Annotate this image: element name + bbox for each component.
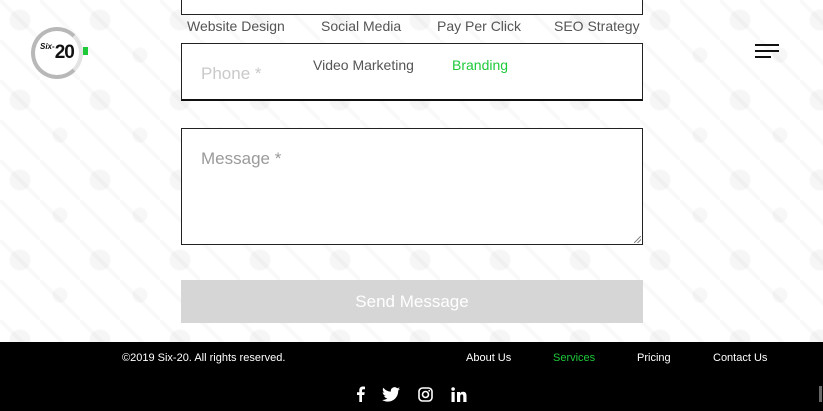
footer-link-contact-us[interactable]: Contact Us <box>713 352 767 364</box>
footer-link-pricing[interactable]: Pricing <box>637 352 671 364</box>
logo[interactable]: Six-20 <box>31 27 83 79</box>
twitter-icon[interactable] <box>381 385 400 403</box>
resize-handle-icon[interactable] <box>634 236 641 243</box>
service-option-website-design[interactable]: Website Design <box>187 18 285 34</box>
logo-number: 20 <box>54 42 75 63</box>
facebook-icon[interactable] <box>354 385 366 403</box>
menu-icon-line <box>755 44 779 46</box>
service-option-social-media[interactable]: Social Media <box>321 18 401 34</box>
logo-prefix: Six <box>40 42 53 51</box>
footer: ©2019 Six-20. All rights reserved. About… <box>0 342 823 411</box>
instagram-icon[interactable] <box>417 385 434 403</box>
copyright-text: ©2019 Six-20. All rights reserved. <box>122 352 286 364</box>
send-message-button[interactable]: Send Message <box>181 280 643 323</box>
message-placeholder: Message * <box>201 149 282 168</box>
menu-icon-line <box>755 56 771 58</box>
service-option-seo-strategy[interactable]: SEO Strategy <box>554 18 640 34</box>
footer-link-services[interactable]: Services <box>553 352 595 364</box>
service-option-video-marketing[interactable]: Video Marketing <box>313 57 414 73</box>
menu-icon-line <box>755 50 779 52</box>
message-field[interactable]: Message * <box>181 128 643 245</box>
service-option-pay-per-click[interactable]: Pay Per Click <box>437 18 521 34</box>
logo-text: Six-20 <box>40 42 75 64</box>
logo-accent-mark <box>83 47 88 55</box>
service-select-field[interactable] <box>181 0 643 15</box>
scrollbar-thumb[interactable] <box>819 386 822 402</box>
linkedin-icon[interactable] <box>450 385 468 403</box>
service-option-branding[interactable]: Branding <box>452 57 508 73</box>
phone-placeholder: Phone * <box>201 64 262 83</box>
footer-link-about-us[interactable]: About Us <box>466 352 511 364</box>
menu-icon[interactable] <box>755 44 780 60</box>
